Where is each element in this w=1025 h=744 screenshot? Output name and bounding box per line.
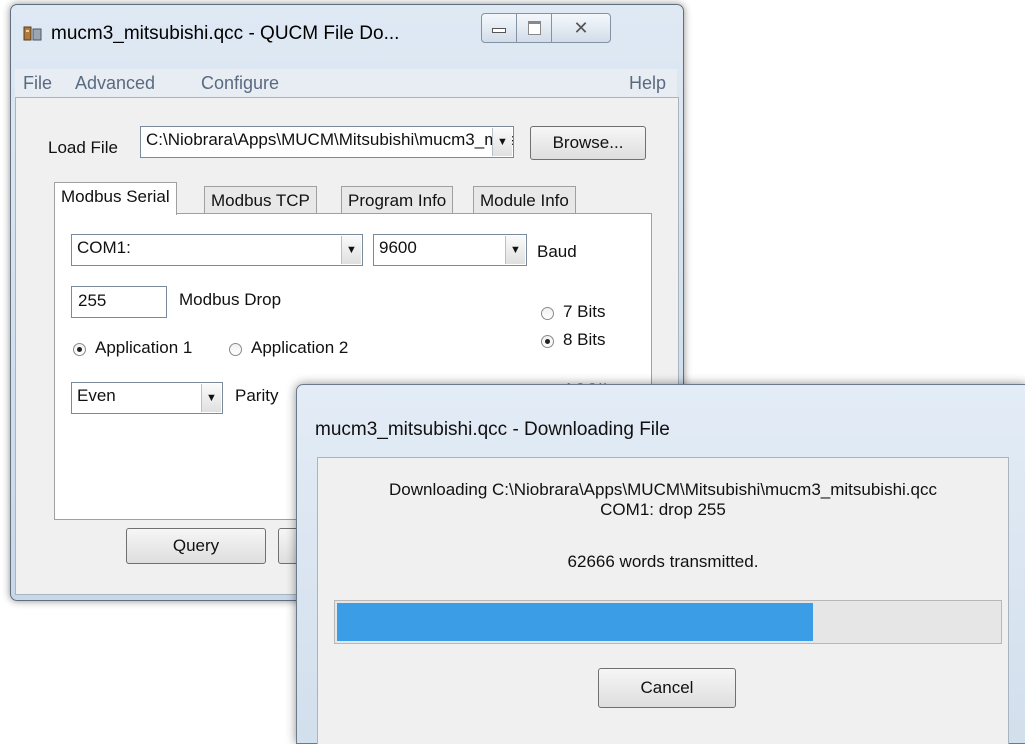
query-button[interactable]: Query: [126, 528, 266, 564]
application-2-radio[interactable]: [229, 343, 242, 356]
chevron-down-icon[interactable]: ▼: [201, 384, 221, 412]
window-title: mucm3_mitsubishi.qcc - QUCM File Do...: [51, 23, 400, 44]
com-port-select[interactable]: COM1: ▼: [71, 234, 363, 266]
bits-7-label: 7 Bits: [563, 302, 606, 321]
maximize-icon: [527, 21, 541, 35]
application-1-label: Application 1: [95, 338, 193, 357]
cancel-button[interactable]: Cancel: [598, 668, 736, 708]
com-port-value: COM1:: [77, 238, 131, 257]
application-2-label: Application 2: [251, 338, 349, 357]
download-dialog: mucm3_mitsubishi.qcc - Downloading File …: [296, 384, 1025, 744]
bits-8-label: 8 Bits: [563, 330, 606, 349]
progress-fill: [337, 603, 813, 641]
dialog-title: mucm3_mitsubishi.qcc - Downloading File: [315, 419, 670, 440]
baud-select[interactable]: 9600 ▼: [373, 234, 527, 266]
parity-label: Parity: [235, 386, 279, 405]
baud-value: 9600: [379, 238, 417, 257]
bits-7-radio[interactable]: [541, 307, 554, 320]
parity-value: Even: [77, 386, 116, 405]
baud-label: Baud: [537, 242, 577, 261]
download-progress-bar: [334, 600, 1002, 644]
minimize-button[interactable]: [481, 13, 517, 43]
modbus-drop-label: Modbus Drop: [179, 290, 282, 309]
chevron-down-icon[interactable]: ▼: [492, 128, 512, 156]
load-file-label: Load File: [48, 138, 118, 157]
app-icon: [23, 25, 43, 43]
download-path-text: Downloading C:\Niobrara\Apps\MUCM\Mitsub…: [389, 480, 937, 499]
close-button[interactable]: ✕: [551, 13, 611, 43]
caption-buttons: ✕: [481, 13, 611, 43]
load-file-path: C:\Niobrara\Apps\MUCM\Mitsubishi\mucm3_m…: [146, 130, 513, 149]
menu-help[interactable]: Help: [629, 73, 666, 94]
modbus-drop-input[interactable]: 255: [71, 286, 167, 318]
menu-file[interactable]: File: [23, 73, 52, 94]
application-1-radio[interactable]: [73, 343, 86, 356]
menu-configure[interactable]: Configure: [201, 73, 279, 94]
tab-module-info[interactable]: Module Info: [473, 186, 576, 214]
browse-button[interactable]: Browse...: [530, 126, 646, 160]
load-file-combo[interactable]: C:\Niobrara\Apps\MUCM\Mitsubishi\mucm3_m…: [140, 126, 514, 158]
words-transmitted-text: 62666 words transmitted.: [567, 552, 759, 571]
download-target-text: COM1: drop 255: [600, 500, 726, 519]
menu-advanced[interactable]: Advanced: [75, 73, 155, 94]
parity-select[interactable]: Even ▼: [71, 382, 223, 414]
bits-8-radio[interactable]: [541, 335, 554, 348]
chevron-down-icon[interactable]: ▼: [341, 236, 361, 264]
minimize-icon: [492, 27, 506, 33]
dialog-client-area: Downloading C:\Niobrara\Apps\MUCM\Mitsub…: [317, 457, 1009, 744]
tab-modbus-serial[interactable]: Modbus Serial: [54, 182, 177, 215]
chevron-down-icon[interactable]: ▼: [505, 236, 525, 264]
menu-bar: File Advanced Configure Help: [15, 69, 677, 98]
maximize-button[interactable]: [516, 13, 552, 43]
tab-program-info[interactable]: Program Info: [341, 186, 454, 214]
tab-modbus-tcp[interactable]: Modbus TCP: [204, 186, 317, 214]
close-icon: ✕: [573, 17, 589, 38]
